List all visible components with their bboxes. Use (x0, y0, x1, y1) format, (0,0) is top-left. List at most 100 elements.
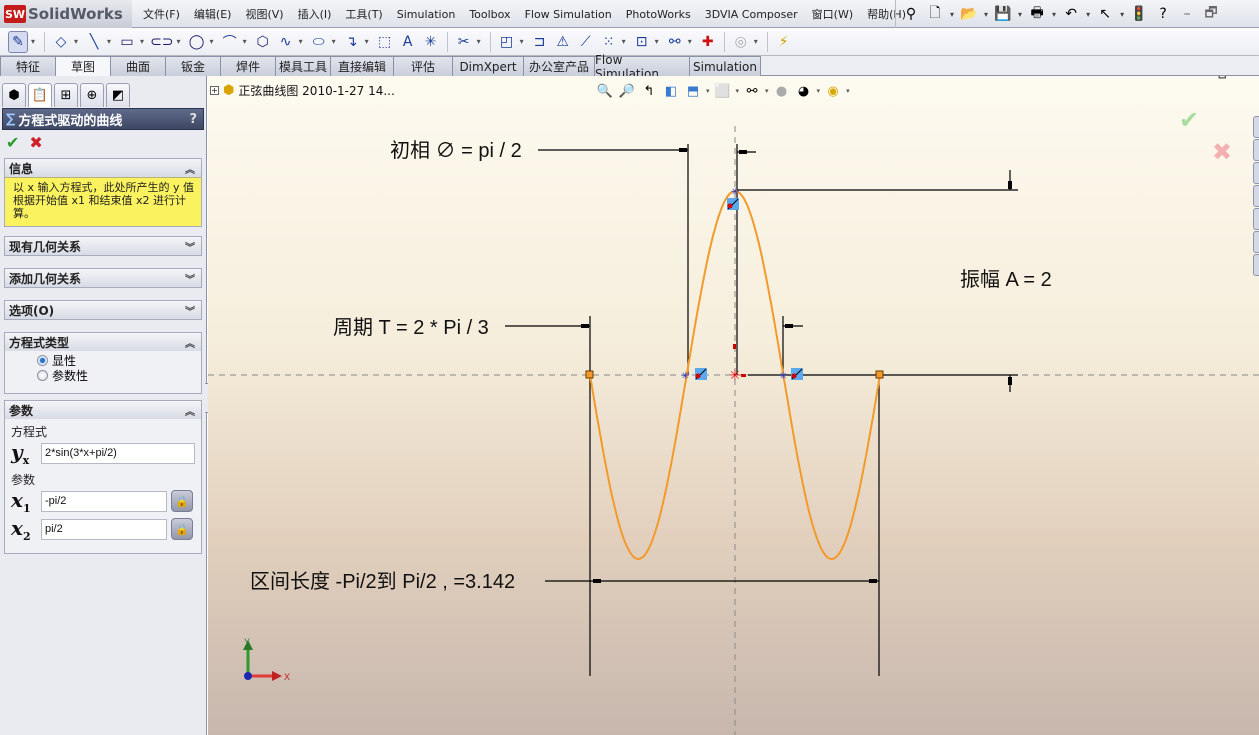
phase-annotation[interactable]: 初相 ∅ = pi / 2 (390, 139, 522, 162)
tab-4[interactable]: 焊件 (220, 56, 276, 76)
feature-manager-icon[interactable]: ⬢ (2, 83, 26, 107)
dropdown-arrow-icon[interactable]: ▾ (365, 37, 369, 46)
dropdown-arrow-icon[interactable]: ▾ (1086, 10, 1090, 19)
info-section-header[interactable]: 信息 ︽ (5, 159, 201, 177)
dropdown-arrow-icon[interactable]: ▾ (140, 37, 144, 46)
dropdown-arrow-icon[interactable]: ▾ (210, 37, 214, 46)
radio-button[interactable] (37, 370, 48, 381)
lock-icon[interactable]: 🔒 (171, 490, 193, 512)
graphics-area[interactable]: + ⬢ 正弦曲线图 2010-1-27 14... 🔍 🔎 ↰ ◧ ⬒ ▾ ⬜ ▾ ⚯ ▾ ● ◕ ▾ ◉… (208, 76, 1259, 735)
new-document-icon[interactable]: 🗋 (926, 5, 944, 23)
help-button[interactable]: ? (189, 112, 197, 127)
x2-end-input[interactable] (41, 518, 167, 540)
menu-item[interactable]: 3DVIA Composer (698, 8, 805, 21)
arc-icon[interactable]: ⌒ (220, 31, 240, 53)
parameters-header[interactable]: 参数 ︽ (5, 401, 201, 419)
undo-icon[interactable]: ↶ (1062, 5, 1080, 23)
amplitude-annotation[interactable]: 振幅 A = 2 (960, 268, 1052, 291)
quick-snaps-icon[interactable]: ✚ (698, 31, 718, 53)
dropdown-arrow-icon[interactable]: ▾ (688, 37, 692, 46)
tab-7[interactable]: 评估 (393, 56, 453, 76)
sketch-canvas[interactable]: 初相 ∅ = pi / 2 周期 T = 2 * Pi / 3 振幅 A = 2… (208, 76, 1259, 735)
fillet-icon[interactable]: ↴ (342, 31, 362, 53)
tab-6[interactable]: 直接编辑 (330, 56, 394, 76)
polygon-icon[interactable]: ⬡ (253, 31, 273, 53)
tab-1[interactable]: 草图 (55, 56, 111, 76)
text-icon[interactable]: A (398, 31, 418, 53)
open-folder-icon[interactable]: 📂 (960, 5, 978, 23)
property-manager-icon[interactable]: 📋 (28, 83, 52, 107)
plane-icon[interactable]: ⬚ (375, 31, 395, 53)
save-icon[interactable]: 💾 (994, 5, 1012, 23)
lock-icon[interactable]: 🔒 (171, 518, 193, 540)
trim-icon[interactable]: ✂ (454, 31, 474, 53)
x1-start-input[interactable] (41, 490, 167, 512)
smart-dimension-icon[interactable]: ◇ (51, 31, 71, 53)
circle-icon[interactable]: ◯ (187, 31, 207, 53)
mirror-icon[interactable]: ⚠ (553, 31, 573, 53)
move-entities-icon[interactable]: ⟋ (576, 31, 596, 53)
options-header[interactable]: 选项(O) ︾ (5, 301, 201, 319)
dropdown-arrow-icon[interactable]: ▾ (1052, 10, 1056, 19)
dropdown-arrow-icon[interactable]: ▾ (1120, 10, 1124, 19)
convert-entities-icon[interactable]: ◰ (497, 31, 517, 53)
dropdown-arrow-icon[interactable]: ▾ (950, 10, 954, 19)
tab-11[interactable]: Simulation (689, 56, 761, 76)
help-icon[interactable]: ? (1154, 5, 1172, 23)
dropdown-arrow-icon[interactable]: ▾ (477, 37, 481, 46)
restore-button[interactable]: 🗗 (1202, 5, 1220, 23)
display-relations-icon[interactable]: ⊡ (632, 31, 652, 53)
dropdown-arrow-icon[interactable]: ▾ (107, 37, 111, 46)
tab-10[interactable]: Flow Simulation (594, 53, 690, 81)
tab-5[interactable]: 模具工具 (275, 56, 331, 76)
dropdown-arrow-icon[interactable]: ▾ (243, 37, 247, 46)
pushpin-icon[interactable]: ⚲ (902, 5, 920, 23)
tab-0[interactable]: 特征 (0, 56, 56, 76)
curve-end-point[interactable] (875, 370, 884, 379)
interval-annotation[interactable]: 区间长度 -Pi/2到 Pi/2 , =3.142 (250, 570, 515, 593)
minimize-button[interactable]: – (1178, 5, 1196, 23)
tab-2[interactable]: 曲面 (110, 56, 166, 76)
dropdown-arrow-icon[interactable]: ▾ (1018, 10, 1022, 19)
menu-item[interactable]: Simulation (390, 8, 463, 21)
rapid-sketch-icon[interactable]: ◎ (731, 31, 751, 53)
line-icon[interactable]: ╲ (84, 31, 104, 53)
menu-item[interactable]: Toolbox (462, 8, 517, 21)
instant3d-icon[interactable]: ⚡ (774, 31, 794, 53)
dropdown-arrow-icon[interactable]: ▾ (655, 37, 659, 46)
app-logo[interactable]: SW SolidWorks (0, 0, 132, 28)
dropdown-arrow-icon[interactable]: ▾ (520, 37, 524, 46)
dropdown-arrow-icon[interactable]: ▾ (74, 37, 78, 46)
existing-relations-header[interactable]: 现有几何关系 ︾ (5, 237, 201, 255)
radio-explicit[interactable]: 显性 (5, 353, 201, 368)
repair-sketch-icon[interactable]: ⚯ (665, 31, 685, 53)
ellipse-icon[interactable]: ⬭ (309, 31, 329, 53)
dropdown-arrow-icon[interactable]: ▾ (31, 37, 35, 46)
spline-icon[interactable]: ∿ (276, 31, 296, 53)
equation-type-header[interactable]: 方程式类型 ︽ (5, 333, 201, 351)
radio-button-checked[interactable] (37, 355, 48, 366)
dropdown-arrow-icon[interactable]: ▾ (177, 37, 181, 46)
menu-item[interactable]: Flow Simulation (518, 8, 619, 21)
period-annotation[interactable]: 周期 T = 2 * Pi / 3 (333, 317, 489, 339)
menu-item[interactable]: 视图(V) (238, 6, 290, 22)
menu-item[interactable]: 窗口(W) (805, 6, 860, 22)
curve-start-point[interactable] (585, 370, 594, 379)
sketch-icon[interactable]: ✎ (8, 30, 28, 53)
dropdown-arrow-icon[interactable]: ▾ (332, 37, 336, 46)
dropdown-arrow-icon[interactable]: ▾ (299, 37, 303, 46)
radio-parametric[interactable]: 参数性 (5, 368, 201, 383)
dropdown-arrow-icon[interactable]: ▾ (754, 37, 758, 46)
offset-icon[interactable]: ⊐ (530, 31, 550, 53)
linear-pattern-icon[interactable]: ⁙ (599, 31, 619, 53)
cancel-button[interactable]: ✖ (29, 133, 42, 152)
print-icon[interactable]: 🖶 (1028, 5, 1046, 23)
menu-item[interactable]: 文件(F) (136, 6, 187, 22)
dropdown-arrow-icon[interactable]: ▾ (622, 37, 626, 46)
tab-8[interactable]: DimXpert (452, 56, 524, 76)
configuration-manager-icon[interactable]: ⊞ (54, 83, 78, 107)
dropdown-arrow-icon[interactable]: ▾ (984, 10, 988, 19)
menu-item[interactable]: 工具(T) (338, 6, 389, 22)
menu-item[interactable]: 插入(I) (291, 6, 339, 22)
tab-9[interactable]: 办公室产品 (523, 56, 595, 76)
